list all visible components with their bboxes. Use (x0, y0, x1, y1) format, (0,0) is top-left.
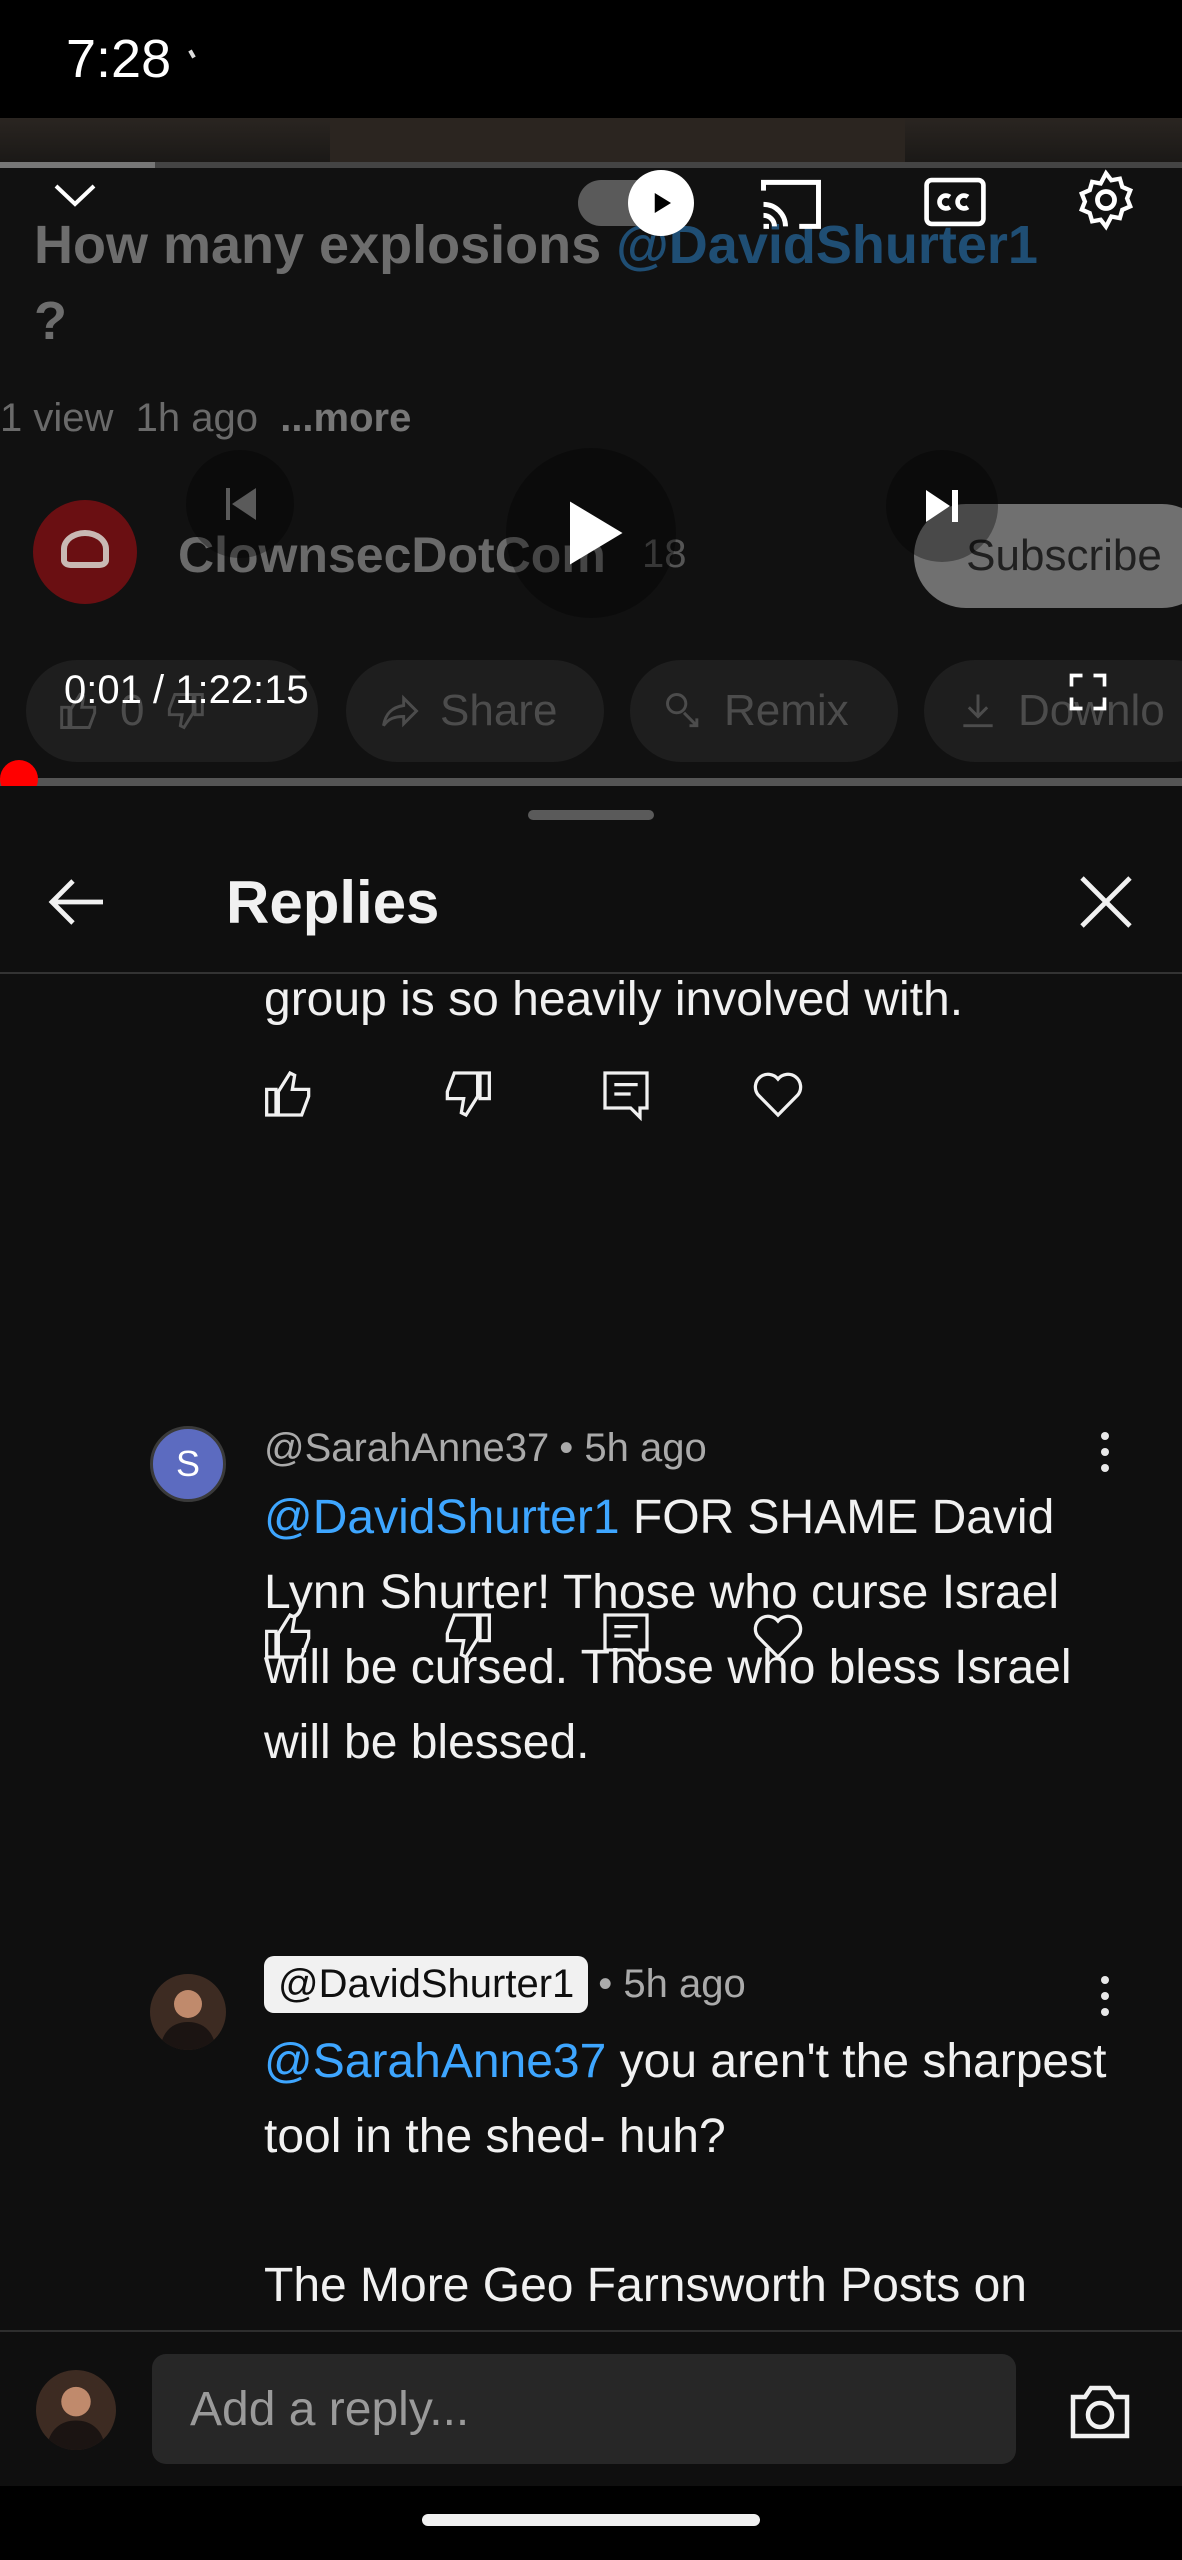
heart-icon[interactable] (750, 1066, 806, 1122)
user-photo-icon (160, 1990, 216, 2050)
share-icon (382, 694, 419, 728)
reply-icon[interactable] (598, 1066, 654, 1122)
previous-button[interactable] (186, 450, 294, 558)
video-player[interactable]: How many explosions @DavidShurter1 ? 1 v… (0, 118, 1182, 786)
video-title-end: ? (34, 291, 67, 351)
reply-input[interactable] (152, 2354, 1016, 2464)
seek-handle[interactable] (0, 760, 38, 786)
download-button[interactable]: Downlo (924, 660, 1182, 762)
back-arrow-icon[interactable] (40, 866, 112, 938)
download-icon (963, 694, 993, 728)
comment-age: • 5h ago (559, 1426, 707, 1470)
reply-icon[interactable] (598, 1608, 654, 1664)
skip-next-icon (926, 490, 958, 522)
share-button[interactable]: Share (346, 660, 604, 762)
play-button[interactable] (506, 448, 676, 618)
time-readout: 0:01 / 1:22:15 (64, 668, 309, 712)
replies-list[interactable]: group is so heavily involved with. S @Sa… (0, 976, 1182, 2330)
comment-text-paragraph: The More Geo Farnsworth Posts on YouTube… (264, 2259, 1027, 2312)
fullscreen-icon[interactable] (1066, 670, 1110, 714)
notification-indicator-icon (188, 49, 196, 59)
heart-icon[interactable] (750, 1608, 806, 1664)
close-icon[interactable] (1070, 866, 1142, 938)
comment-menu-button[interactable] (1090, 1966, 1120, 2026)
sheet-title: Replies (226, 869, 440, 936)
comment-actions (262, 1066, 822, 1126)
status-time: 7:28 (66, 29, 172, 89)
settings-gear-icon[interactable] (1074, 168, 1138, 232)
comment-header: @SarahAnne37 • 5h ago (264, 1426, 707, 1471)
mini-progress (0, 162, 1182, 168)
cast-icon[interactable] (758, 174, 824, 232)
like-icon[interactable] (262, 1608, 318, 1664)
comment-age: • 5h ago (598, 1962, 746, 2006)
replies-sheet: Replies group is so heavily involved wit… (0, 786, 1182, 2486)
next-button[interactable] (886, 450, 998, 562)
comment-text: @SarahAnne37 you aren't the sharpest too… (264, 2035, 1107, 2163)
captions-icon[interactable] (924, 174, 986, 230)
video-title: How many explosions @DavidShurter1 (34, 215, 1038, 275)
reply-composer (0, 2330, 1182, 2486)
remix-button[interactable]: Remix (630, 660, 898, 762)
mention-link[interactable]: @SarahAnne37 (264, 2035, 606, 2088)
status-bar: 7:28 (0, 0, 1182, 118)
play-icon (570, 501, 623, 565)
system-nav-bar (0, 2486, 1182, 2560)
channel-avatar[interactable] (33, 500, 137, 604)
current-user-avatar (36, 2370, 116, 2450)
avatar[interactable]: S (150, 1426, 226, 1502)
comment-actions (262, 1608, 822, 1668)
skip-previous-icon (226, 488, 256, 520)
comment-menu-button[interactable] (1090, 1422, 1120, 1482)
comment-author-chip[interactable]: @DavidShurter1 (264, 1956, 589, 2013)
comment-text: group is so heavily involved with. (264, 976, 964, 1026)
mention-link[interactable]: @DavidShurter1 (264, 1491, 620, 1544)
autoplay-toggle[interactable] (578, 170, 694, 236)
comment-author[interactable]: @SarahAnne37 (264, 1426, 549, 1471)
camera-icon[interactable] (1064, 2376, 1136, 2448)
dislike-icon[interactable] (438, 1066, 494, 1122)
autoplay-play-icon (654, 193, 671, 213)
collapse-chevron-icon[interactable] (50, 178, 100, 214)
drag-handle[interactable] (528, 810, 654, 820)
video-meta: 1 view 1h ago ...more (0, 396, 412, 440)
home-indicator[interactable] (422, 2514, 760, 2526)
like-icon[interactable] (262, 1066, 318, 1122)
dislike-icon[interactable] (438, 1608, 494, 1664)
sheet-header: Replies (0, 826, 1182, 974)
comment-header: @DavidShurter1 • 5h ago (264, 1956, 746, 2013)
seek-bar[interactable] (0, 778, 1182, 786)
avatar[interactable] (150, 1974, 226, 2050)
video-frame-thumbnail (330, 118, 905, 164)
user-photo-icon (46, 2386, 106, 2450)
remix-icon (666, 693, 699, 728)
